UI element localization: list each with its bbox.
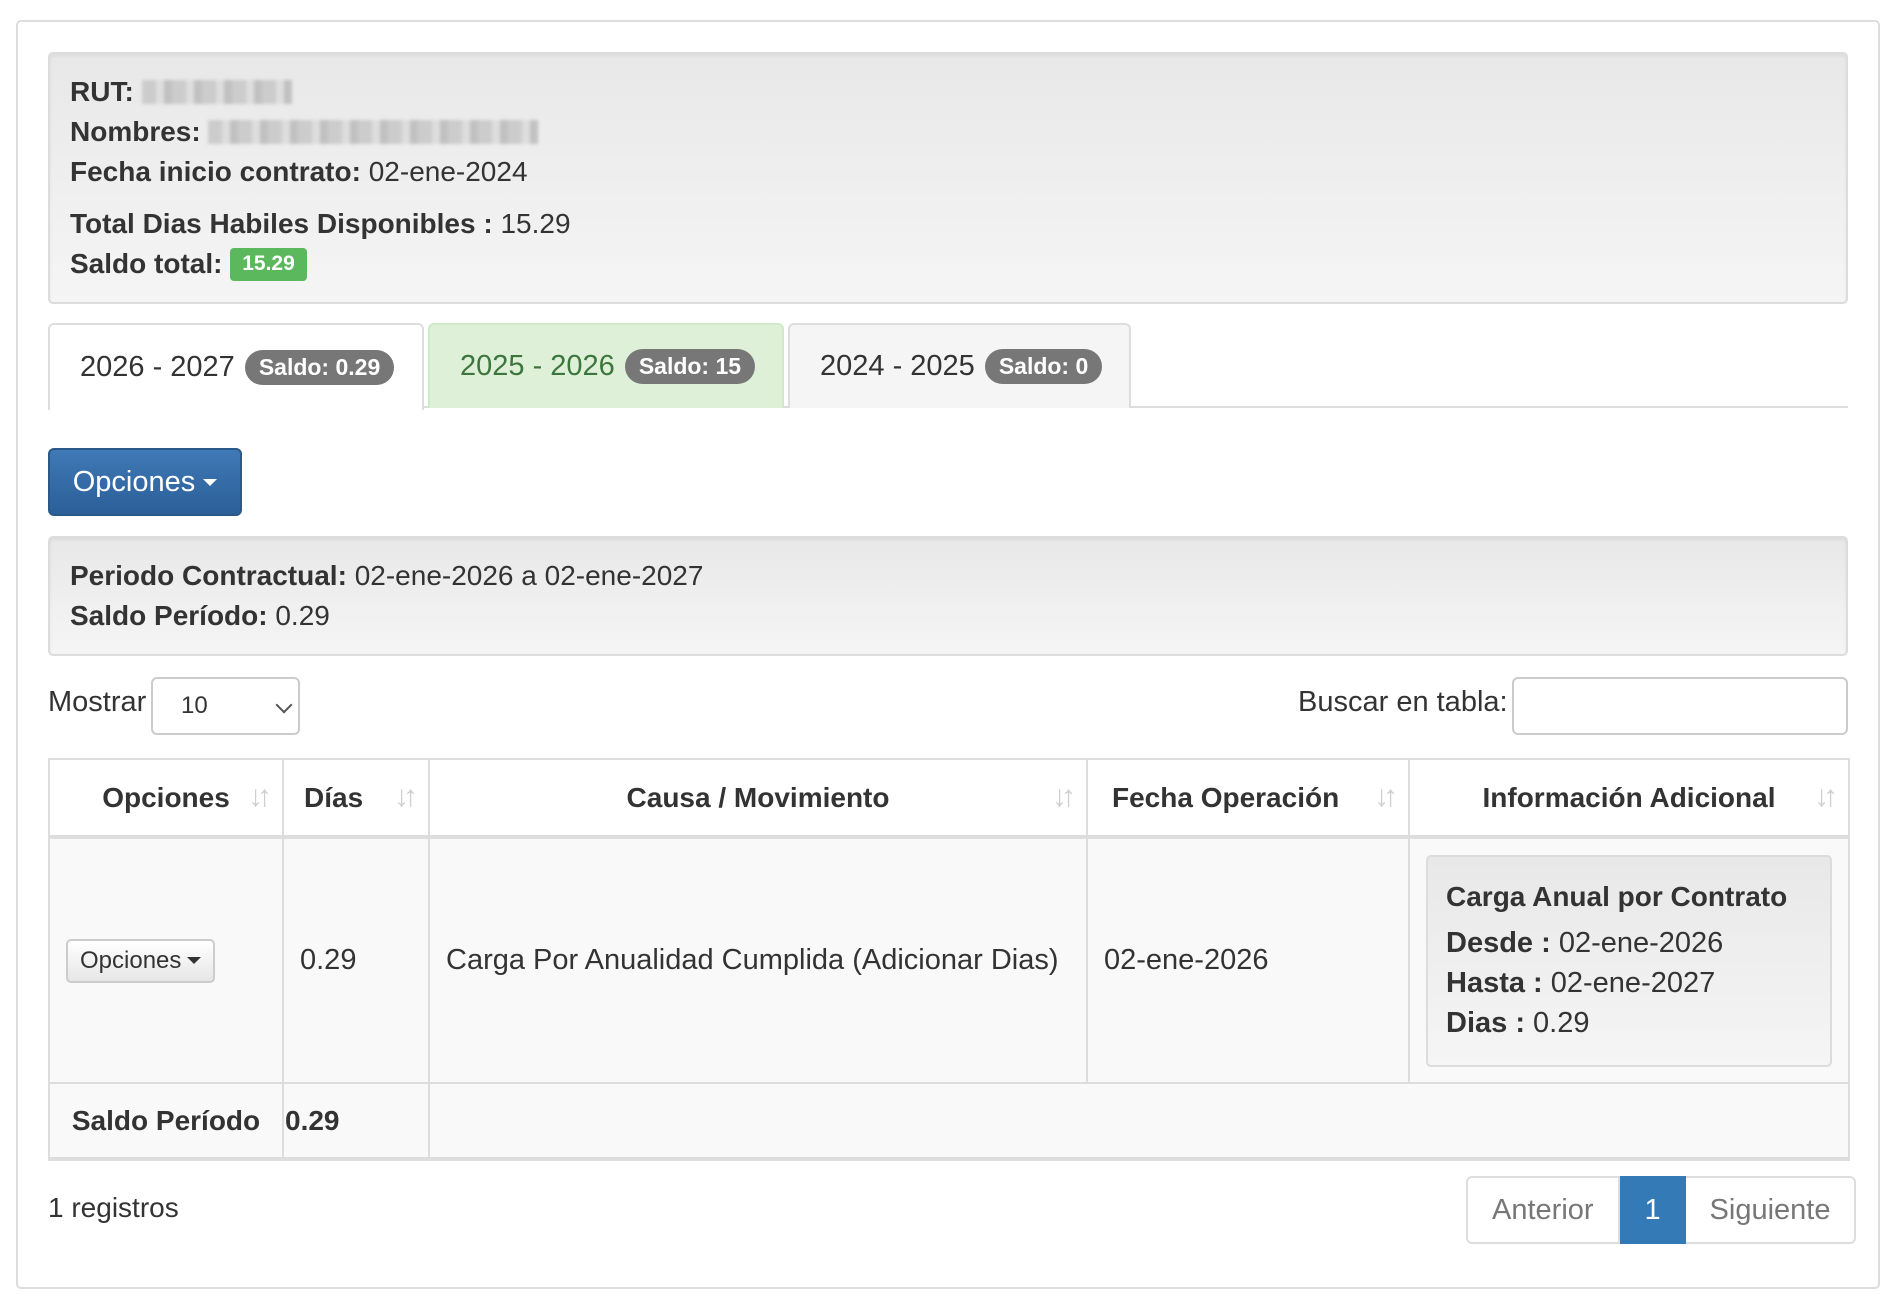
- total-dias-value: 15.29: [500, 208, 571, 239]
- cell-opciones: Opciones: [48, 836, 284, 1084]
- caret-down-icon: [187, 957, 202, 964]
- footer-saldo-label: Saldo Período: [48, 1082, 284, 1161]
- fecha-inicio-line: Fecha inicio contrato: 02-ene-2024: [70, 156, 528, 188]
- employee-summary: RUT: Nombres: Fecha inicio contrato: 02-…: [48, 52, 1848, 304]
- saldo-total-label: Saldo total:: [70, 248, 223, 279]
- tab-2024-2025[interactable]: 2024 - 2025 Saldo: 0: [788, 323, 1131, 408]
- show-entries-label: Mostrar: [48, 686, 147, 718]
- pagination: Anterior 1 Siguiente: [1466, 1176, 1857, 1244]
- periodo-contractual-value: 02-ene-2026 a 02-ene-2027: [354, 560, 704, 591]
- period-summary: Periodo Contractual: 02-ene-2026 a 02-en…: [48, 536, 1848, 656]
- sort-icon: ↓↑: [1814, 780, 1838, 813]
- periodo-contractual-label: Periodo Contractual:: [70, 560, 347, 591]
- col-header-causa[interactable]: Causa / Movimiento ↓↑: [428, 758, 1088, 839]
- row-opciones-button[interactable]: Opciones: [66, 938, 216, 983]
- search-label: Buscar en tabla:: [1298, 686, 1508, 718]
- col-header-label: Opciones: [102, 781, 230, 813]
- opciones-dropdown-button[interactable]: Opciones: [48, 448, 242, 516]
- table-header-row: Opciones ↓↑ Días ↓↑ Causa / Movimiento ↓↑ F…: [48, 758, 1850, 839]
- total-dias-line: Total Dias Habiles Disponibles : 15.29: [70, 208, 571, 240]
- col-header-info[interactable]: Información Adicional ↓↑: [1408, 758, 1850, 839]
- sort-icon: ↓↑: [1374, 780, 1398, 813]
- tab-label: 2025 - 2026: [460, 350, 615, 382]
- info-hasta-value: 02-ene-2027: [1550, 966, 1716, 999]
- col-header-label: Causa / Movimiento: [626, 781, 890, 813]
- info-desde: Desde : 02-ene-2026: [1446, 923, 1812, 963]
- info-well: Carga Anual por Contrato Desde : 02-ene-…: [1426, 854, 1832, 1067]
- sort-icon: ↓↑: [248, 780, 272, 813]
- col-header-label: Información Adicional: [1482, 781, 1776, 813]
- cell-fecha: 02-ene-2026: [1086, 836, 1410, 1084]
- info-dias-value: 0.29: [1533, 1006, 1590, 1039]
- page-length-value: 10: [181, 692, 208, 719]
- table-footer-row: Saldo Período 0.29: [48, 1082, 1850, 1161]
- tab-2025-2026[interactable]: 2025 - 2026 Saldo: 15: [428, 323, 784, 408]
- movements-table: Opciones ↓↑ Días ↓↑ Causa / Movimiento ↓↑ F…: [48, 758, 1850, 1161]
- nombres-value-redacted: [208, 120, 539, 144]
- sort-icon: ↓↑: [1052, 780, 1076, 813]
- chevron-down-icon: [275, 696, 293, 714]
- total-dias-label: Total Dias Habiles Disponibles :: [70, 208, 493, 239]
- search-input[interactable]: [1512, 677, 1848, 735]
- pagination-prev[interactable]: Anterior: [1466, 1176, 1620, 1244]
- cell-info: Carga Anual por Contrato Desde : 02-ene-…: [1408, 836, 1850, 1084]
- pagination-next[interactable]: Siguiente: [1685, 1176, 1857, 1244]
- footer-empty: [428, 1082, 1850, 1161]
- tab-label: 2024 - 2025: [820, 350, 975, 382]
- col-header-label: Fecha Operación: [1112, 781, 1340, 813]
- footer-saldo-value: 0.29: [282, 1082, 430, 1161]
- fecha-inicio-label: Fecha inicio contrato:: [70, 156, 361, 187]
- saldo-total-line: Saldo total: 15.29: [70, 248, 307, 281]
- rut-label: RUT:: [70, 76, 134, 107]
- tab-saldo-badge: Saldo: 0.29: [244, 350, 395, 385]
- row-opciones-label: Opciones: [80, 946, 182, 974]
- records-info: 1 registros: [48, 1192, 179, 1223]
- rut-value-redacted: [141, 80, 292, 104]
- saldo-periodo-value: 0.29: [275, 600, 330, 631]
- saldo-periodo-line: Saldo Período: 0.29: [70, 600, 330, 632]
- opciones-button-label: Opciones: [72, 465, 196, 498]
- col-header-opciones[interactable]: Opciones ↓↑: [48, 758, 284, 839]
- col-header-label: Días: [304, 781, 364, 813]
- nombres-line: Nombres:: [70, 116, 539, 148]
- tab-saldo-badge: Saldo: 15: [624, 349, 756, 384]
- info-desde-label: Desde :: [1446, 926, 1551, 959]
- cell-causa: Carga Por Anualidad Cumplida (Adicionar …: [428, 836, 1088, 1084]
- col-header-dias[interactable]: Días ↓↑: [282, 758, 430, 839]
- info-hasta: Hasta : 02-ene-2027: [1446, 963, 1812, 1003]
- tab-2026-2027[interactable]: 2026 - 2027 Saldo: 0.29: [48, 323, 424, 410]
- info-hasta-label: Hasta :: [1446, 966, 1543, 999]
- saldo-periodo-label: Saldo Período:: [70, 600, 268, 631]
- info-dias-label: Dias :: [1446, 1006, 1525, 1039]
- info-desde-value: 02-ene-2026: [1558, 926, 1724, 959]
- caret-down-icon: [203, 478, 218, 486]
- pagination-page-1[interactable]: 1: [1619, 1176, 1686, 1244]
- periodo-contractual-line: Periodo Contractual: 02-ene-2026 a 02-en…: [70, 560, 703, 592]
- info-dias: Dias : 0.29: [1446, 1003, 1812, 1043]
- rut-line: RUT:: [70, 76, 292, 108]
- tab-label: 2026 - 2027: [80, 351, 235, 383]
- col-header-fecha[interactable]: Fecha Operación ↓↑: [1086, 758, 1410, 839]
- period-tabs: 2026 - 2027 Saldo: 0.29 2025 - 2026 Sald…: [48, 323, 1848, 410]
- info-title: Carga Anual por Contrato: [1446, 880, 1788, 912]
- page-length-select[interactable]: 10: [151, 677, 300, 735]
- cell-dias: 0.29: [282, 836, 430, 1084]
- tab-saldo-badge: Saldo: 0: [984, 349, 1103, 384]
- fecha-inicio-value: 02-ene-2024: [368, 156, 528, 187]
- table-row: Opciones 0.29 Carga Por Anualidad Cumpli…: [48, 836, 1850, 1084]
- nombres-label: Nombres:: [70, 116, 201, 147]
- saldo-total-badge: 15.29: [230, 248, 307, 281]
- sort-icon: ↓↑: [394, 780, 418, 813]
